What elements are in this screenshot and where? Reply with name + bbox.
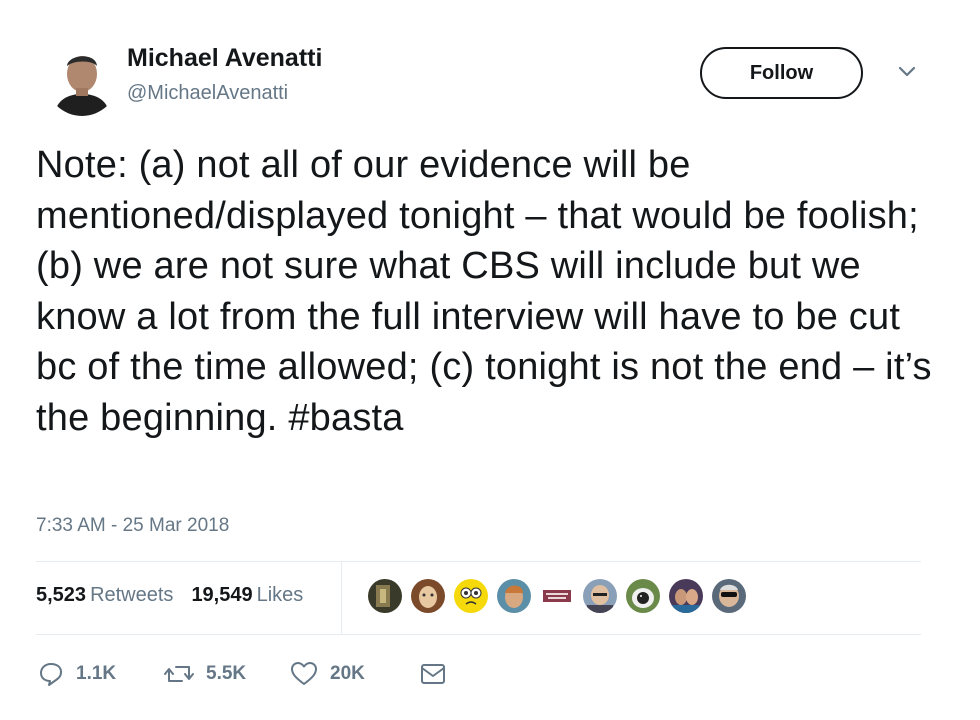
- display-name[interactable]: Michael Avenatti: [127, 44, 322, 73]
- liker-avatar[interactable]: [452, 577, 490, 615]
- liker-avatar[interactable]: [581, 577, 619, 615]
- liker-avatar[interactable]: [710, 577, 748, 615]
- liker-avatar[interactable]: [366, 577, 404, 615]
- likes-stat[interactable]: 19,549 Likes: [191, 584, 303, 607]
- retweet-count: 5.5K: [206, 663, 247, 684]
- likes-count: 19,549: [191, 584, 253, 606]
- liker-avatar[interactable]: [538, 577, 576, 615]
- likes-label: Likes: [256, 584, 304, 606]
- reply-action[interactable]: 1.1K: [38, 660, 116, 688]
- retweet-action[interactable]: 5.5K: [164, 660, 246, 688]
- chevron-down-icon[interactable]: [896, 64, 918, 80]
- tweet-stats: 5,523 Retweets 19,549 Likes: [36, 584, 303, 607]
- reply-icon: [38, 661, 64, 687]
- follow-button[interactable]: Follow: [700, 47, 863, 99]
- avatar[interactable]: [46, 44, 118, 116]
- like-count: 20K: [330, 663, 365, 684]
- tweet-timestamp[interactable]: 7:33 AM - 25 Mar 2018: [36, 515, 229, 537]
- retweet-icon: [164, 661, 194, 687]
- liker-avatar[interactable]: [409, 577, 447, 615]
- reply-count: 1.1K: [76, 663, 117, 684]
- stats-separator: [341, 561, 342, 634]
- retweets-stat[interactable]: 5,523 Retweets: [36, 584, 173, 607]
- retweets-count: 5,523: [36, 584, 87, 606]
- divider: [36, 561, 921, 562]
- tweet-text: Note: (a) not all of our evidence will b…: [36, 144, 932, 439]
- divider: [36, 634, 921, 635]
- liker-avatar[interactable]: [495, 577, 533, 615]
- retweets-label: Retweets: [90, 584, 174, 606]
- heart-icon: [290, 661, 318, 687]
- user-handle[interactable]: @MichaelAvenatti: [127, 82, 288, 105]
- like-action[interactable]: 20K: [290, 660, 365, 688]
- envelope-icon: [420, 662, 446, 686]
- direct-message-action[interactable]: [420, 660, 446, 688]
- liker-avatar[interactable]: [624, 577, 662, 615]
- liker-avatar[interactable]: [667, 577, 705, 615]
